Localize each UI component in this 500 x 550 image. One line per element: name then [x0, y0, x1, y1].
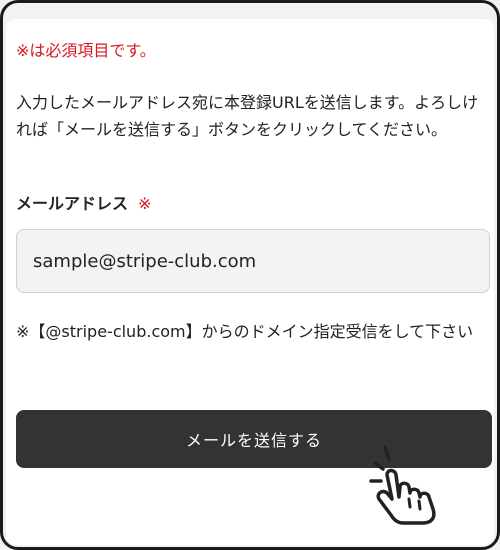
instruction-text: 入力したメールアドレス宛に本登録URLを送信します。よろしければ「メールを送信す… [16, 93, 479, 139]
email-field-label: メールアドレス ※ [16, 192, 151, 216]
required-fields-note: ※は必須項目です。 [16, 41, 156, 60]
email-input[interactable] [16, 229, 490, 293]
required-mark: ※ [138, 194, 152, 213]
phone-frame: ※は必須項目です。 入力したメールアドレス宛に本登録URLを送信します。よろしけ… [0, 0, 500, 550]
email-label-text: メールアドレス [16, 194, 129, 213]
domain-setting-note: ※【@stripe-club.com】からのドメイン指定受信をして下さい [16, 322, 474, 341]
pointing-hand-icon [369, 445, 436, 525]
